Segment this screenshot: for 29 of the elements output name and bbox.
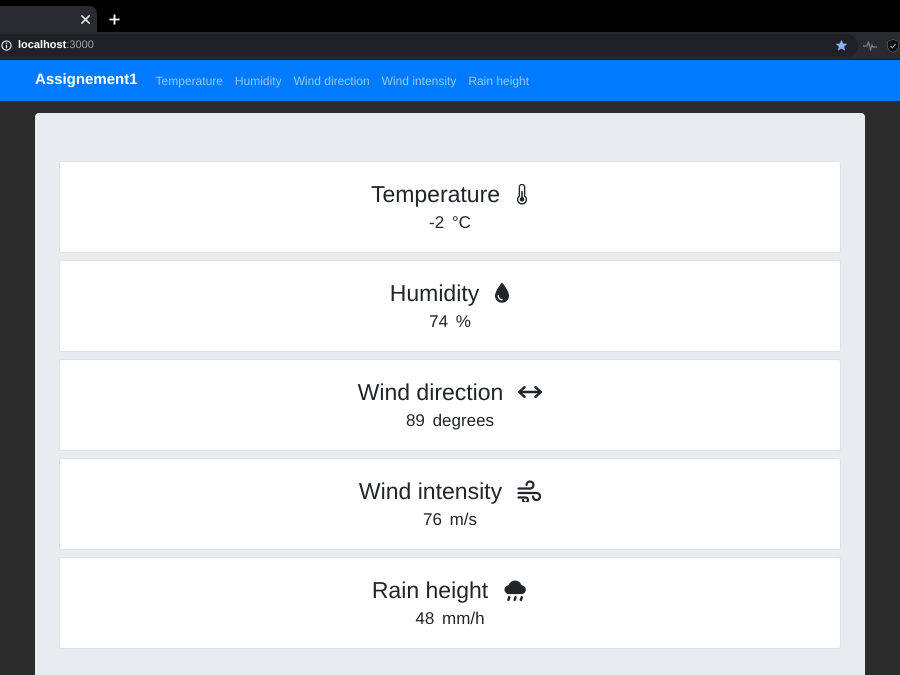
card-title: Humidity bbox=[390, 279, 480, 307]
shield-icon[interactable] bbox=[887, 38, 899, 52]
address-bar[interactable]: localhost:3000 bbox=[0, 34, 858, 57]
address-text[interactable]: localhost:3000 bbox=[18, 37, 94, 54]
nav-link[interactable]: Wind direction bbox=[294, 72, 370, 90]
card-title: Wind intensity bbox=[358, 477, 502, 505]
nav-link[interactable]: Humidity bbox=[234, 72, 282, 90]
droplet-icon bbox=[494, 282, 510, 304]
card-title: Wind direction bbox=[358, 378, 504, 406]
card-title: Temperature bbox=[370, 180, 500, 208]
nav-link[interactable]: Wind intensity bbox=[382, 72, 456, 90]
brand-link[interactable]: Assignement1 bbox=[35, 69, 138, 92]
nav-link[interactable]: Temperature bbox=[156, 72, 223, 90]
card-reading: 76 m/s bbox=[422, 509, 478, 531]
cloud-rain-icon bbox=[503, 578, 528, 602]
info-icon[interactable] bbox=[1, 40, 12, 51]
star-icon[interactable] bbox=[835, 39, 848, 52]
card-reading: -2 °C bbox=[429, 212, 471, 234]
wind-icon bbox=[517, 480, 542, 502]
thermometer-icon bbox=[515, 184, 530, 204]
close-icon[interactable] bbox=[81, 14, 90, 24]
card-reading: 89 degrees bbox=[406, 410, 494, 432]
card-reading: 48 mm/h bbox=[415, 608, 485, 630]
card-reading: 74 % bbox=[429, 311, 471, 333]
card-title: Rain height bbox=[372, 576, 488, 604]
new-tab-icon[interactable] bbox=[109, 14, 120, 24]
left-right-arrow-icon bbox=[518, 386, 542, 398]
nav-link[interactable]: Rain height bbox=[468, 72, 530, 90]
pulse-icon[interactable] bbox=[863, 40, 877, 50]
